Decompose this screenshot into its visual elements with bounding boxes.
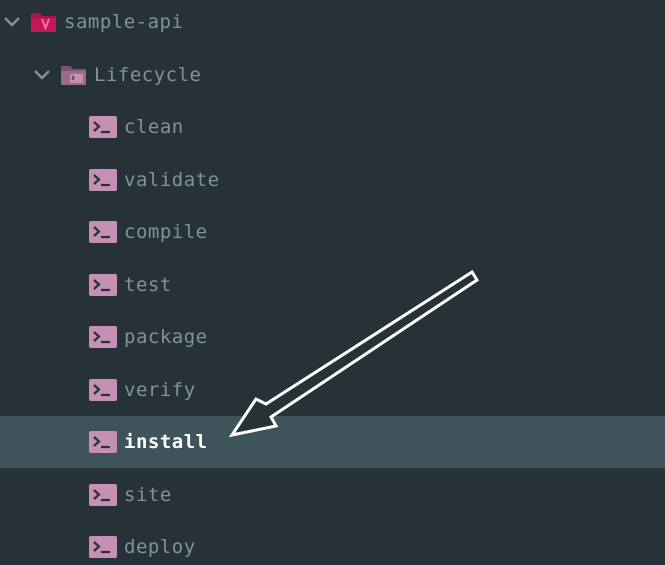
goal-label: verify [124, 379, 196, 401]
terminal-icon [89, 169, 117, 191]
terminal-icon [89, 484, 117, 506]
tree-item-goal[interactable]: site [0, 469, 665, 521]
tree-item-lifecycle[interactable]: Lifecycle [0, 49, 665, 101]
terminal-icon [89, 274, 117, 296]
tree-item-goal-selected[interactable]: install [0, 416, 665, 468]
tree-item-goal[interactable]: package [0, 311, 665, 363]
terminal-icon [89, 116, 117, 138]
goal-label: validate [124, 169, 220, 191]
tree-item-project[interactable]: sample-api [0, 0, 665, 48]
tree-item-goal[interactable]: deploy [0, 521, 665, 565]
terminal-icon [89, 379, 117, 401]
terminal-icon [89, 221, 117, 243]
project-name: sample-api [64, 11, 184, 33]
maven-tree: sample-api Lifecycle clean validate comp… [0, 0, 665, 565]
tree-item-goal[interactable]: test [0, 259, 665, 311]
goal-label: test [124, 274, 172, 296]
maven-project-icon [30, 10, 58, 34]
terminal-icon [89, 326, 117, 348]
terminal-icon [89, 431, 117, 453]
goal-label: deploy [124, 536, 196, 558]
goal-label: clean [124, 116, 184, 138]
goal-label: install [124, 431, 208, 453]
tree-item-goal[interactable]: compile [0, 206, 665, 258]
chevron-down-icon[interactable] [2, 12, 22, 32]
terminal-icon [89, 536, 117, 558]
tree-item-goal[interactable]: verify [0, 364, 665, 416]
goal-label: package [124, 326, 208, 348]
tree-item-goal[interactable]: clean [0, 101, 665, 153]
lifecycle-label: Lifecycle [94, 64, 202, 86]
goal-label: compile [124, 221, 208, 243]
lifecycle-folder-icon [60, 63, 88, 87]
chevron-down-icon[interactable] [32, 65, 52, 85]
tree-item-goal[interactable]: validate [0, 154, 665, 206]
goal-label: site [124, 484, 172, 506]
